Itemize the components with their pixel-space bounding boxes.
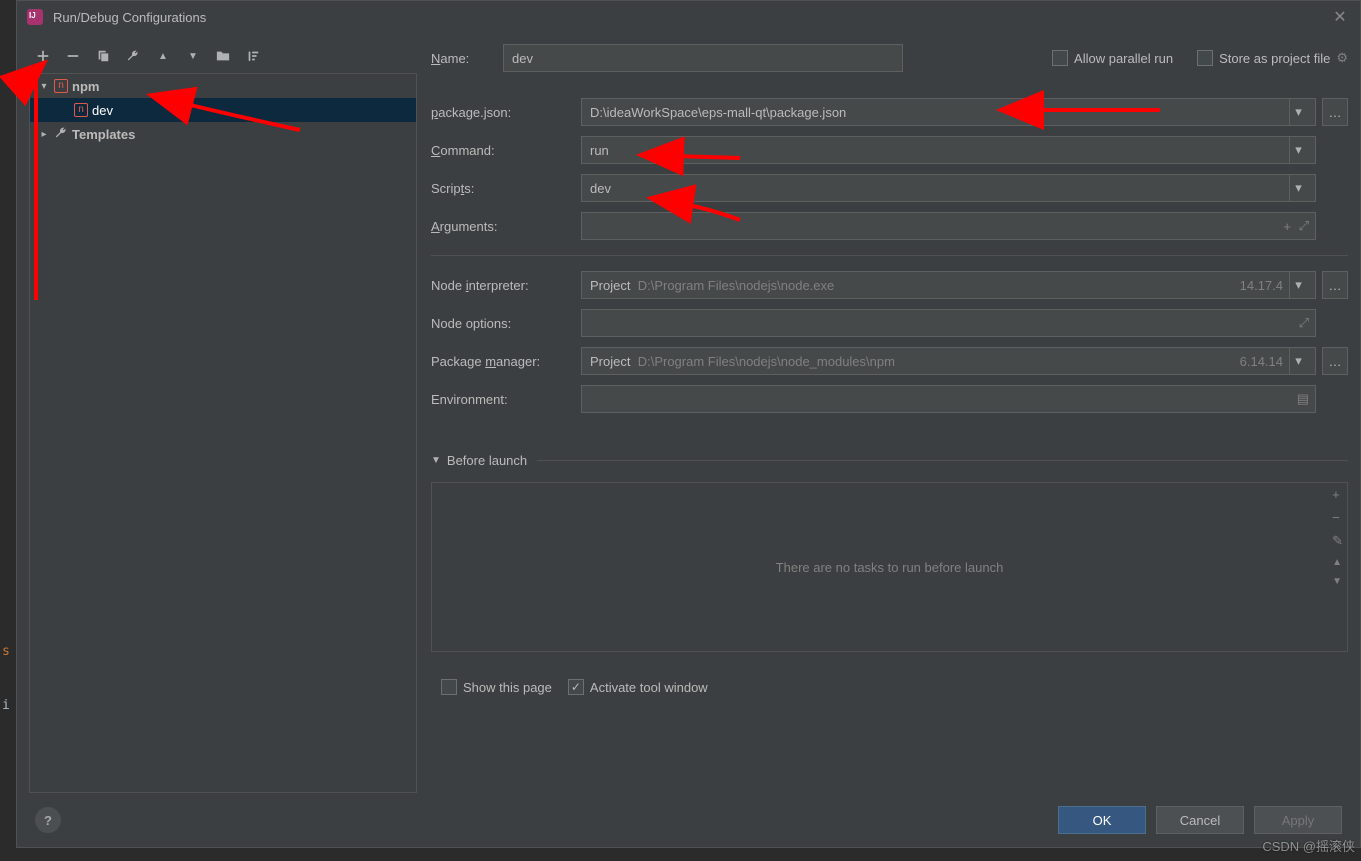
dialog-footer: ? OK Cancel Apply [17, 793, 1360, 847]
tree-node-templates[interactable]: ▸ Templates [30, 122, 416, 146]
chevron-down-icon[interactable]: ▾ [1289, 99, 1307, 125]
node-options-label: Node options: [431, 316, 581, 331]
arguments-input[interactable]: + ⤢ [581, 212, 1316, 240]
editor-bg-text: i [2, 698, 10, 713]
browse-button[interactable]: … [1322, 98, 1348, 126]
help-button[interactable]: ? [35, 807, 61, 833]
plus-icon[interactable]: + [1283, 219, 1291, 234]
node-options-input[interactable]: ⤢ [581, 309, 1316, 337]
npm-icon: n [54, 79, 68, 93]
sort-icon[interactable] [245, 48, 261, 64]
add-icon[interactable] [35, 48, 51, 64]
editor-bg-text: s [2, 644, 10, 659]
store-project-label: Store as project file [1219, 51, 1330, 66]
expand-icon[interactable]: ⤢ [1299, 315, 1309, 331]
expand-icon[interactable]: ▾ [38, 81, 50, 92]
tree-node-npm[interactable]: ▾ n npm [30, 74, 416, 98]
app-logo-icon [27, 9, 43, 25]
browse-button[interactable]: … [1322, 271, 1348, 299]
package-manager-label: Package manager: [431, 354, 581, 369]
activate-tool-label: Activate tool window [590, 680, 708, 695]
arguments-label: Arguments: [431, 219, 581, 234]
npm-version-badge: 6.14.14 [1240, 354, 1283, 369]
expand-icon[interactable]: ⤢ [1299, 218, 1309, 234]
show-page-checkbox[interactable] [441, 679, 457, 695]
add-icon[interactable]: + [1332, 487, 1343, 502]
up-icon[interactable]: ▲ [155, 48, 171, 64]
name-input[interactable]: dev [503, 44, 903, 72]
wrench-icon [54, 126, 68, 143]
gear-icon[interactable]: ⚙ [1336, 50, 1348, 66]
tree-node-dev[interactable]: n dev [30, 98, 416, 122]
close-icon[interactable]: ✕ [1330, 7, 1350, 27]
copy-icon[interactable] [95, 48, 111, 64]
show-page-label: Show this page [463, 680, 552, 695]
command-combo[interactable]: run ▾ [581, 136, 1316, 164]
chevron-down-icon[interactable]: ▾ [1289, 348, 1307, 374]
chevron-down-icon[interactable]: ▾ [1289, 175, 1307, 201]
remove-icon[interactable]: − [1332, 510, 1343, 525]
npm-icon: n [74, 103, 88, 117]
allow-parallel-label: Allow parallel run [1074, 51, 1173, 66]
tree-label: npm [72, 79, 99, 94]
up-icon[interactable]: ▲ [1332, 557, 1343, 568]
command-label: Command: [431, 143, 581, 158]
ok-button[interactable]: OK [1058, 806, 1146, 834]
browse-button[interactable]: … [1322, 347, 1348, 375]
tree-label: Templates [72, 127, 135, 142]
tree-label: dev [92, 103, 113, 118]
down-icon[interactable]: ▼ [1332, 576, 1343, 587]
edit-icon[interactable]: ✎ [1332, 533, 1343, 549]
collapse-icon[interactable]: ▼ [431, 455, 441, 466]
package-manager-combo[interactable]: Project D:\Program Files\nodejs\node_mod… [581, 347, 1316, 375]
remove-icon[interactable] [65, 48, 81, 64]
scripts-label: Scripts: [431, 181, 581, 196]
chevron-down-icon[interactable]: ▾ [1289, 272, 1307, 298]
config-toolbar: ▲ ▼ [29, 43, 417, 73]
window-title: Run/Debug Configurations [53, 10, 1330, 25]
name-label: Name: [431, 51, 503, 66]
node-interpreter-label: Node interpreter: [431, 278, 581, 293]
before-launch-list: There are no tasks to run before launch … [431, 482, 1348, 652]
titlebar: Run/Debug Configurations ✕ [17, 1, 1360, 33]
wrench-icon[interactable] [125, 48, 141, 64]
no-tasks-message: There are no tasks to run before launch [776, 560, 1004, 575]
watermark: CSDN @摇滚侠 [1262, 836, 1355, 855]
run-debug-dialog: Run/Debug Configurations ✕ ▲ ▼ ▾ n npm [16, 0, 1361, 848]
store-project-checkbox[interactable] [1197, 50, 1213, 66]
folder-icon[interactable] [215, 48, 231, 64]
cancel-button[interactable]: Cancel [1156, 806, 1244, 834]
expand-icon[interactable]: ▸ [38, 129, 50, 140]
before-launch-label: Before launch [447, 453, 527, 468]
environment-label: Environment: [431, 392, 581, 407]
chevron-down-icon[interactable]: ▾ [1289, 137, 1307, 163]
environment-input[interactable]: ▤ [581, 385, 1316, 413]
node-version-badge: 14.17.4 [1240, 278, 1283, 293]
list-icon[interactable]: ▤ [1297, 391, 1309, 407]
down-icon[interactable]: ▼ [185, 48, 201, 64]
node-interpreter-combo[interactable]: Project D:\Program Files\nodejs\node.exe… [581, 271, 1316, 299]
package-json-combo[interactable]: D:\ideaWorkSpace\eps-mall-qt\package.jso… [581, 98, 1316, 126]
allow-parallel-checkbox[interactable] [1052, 50, 1068, 66]
apply-button[interactable]: Apply [1254, 806, 1342, 834]
activate-tool-checkbox[interactable] [568, 679, 584, 695]
scripts-combo[interactable]: dev ▾ [581, 174, 1316, 202]
config-tree[interactable]: ▾ n npm n dev ▸ Templates [29, 73, 417, 793]
package-json-label: package.json: [431, 105, 581, 120]
